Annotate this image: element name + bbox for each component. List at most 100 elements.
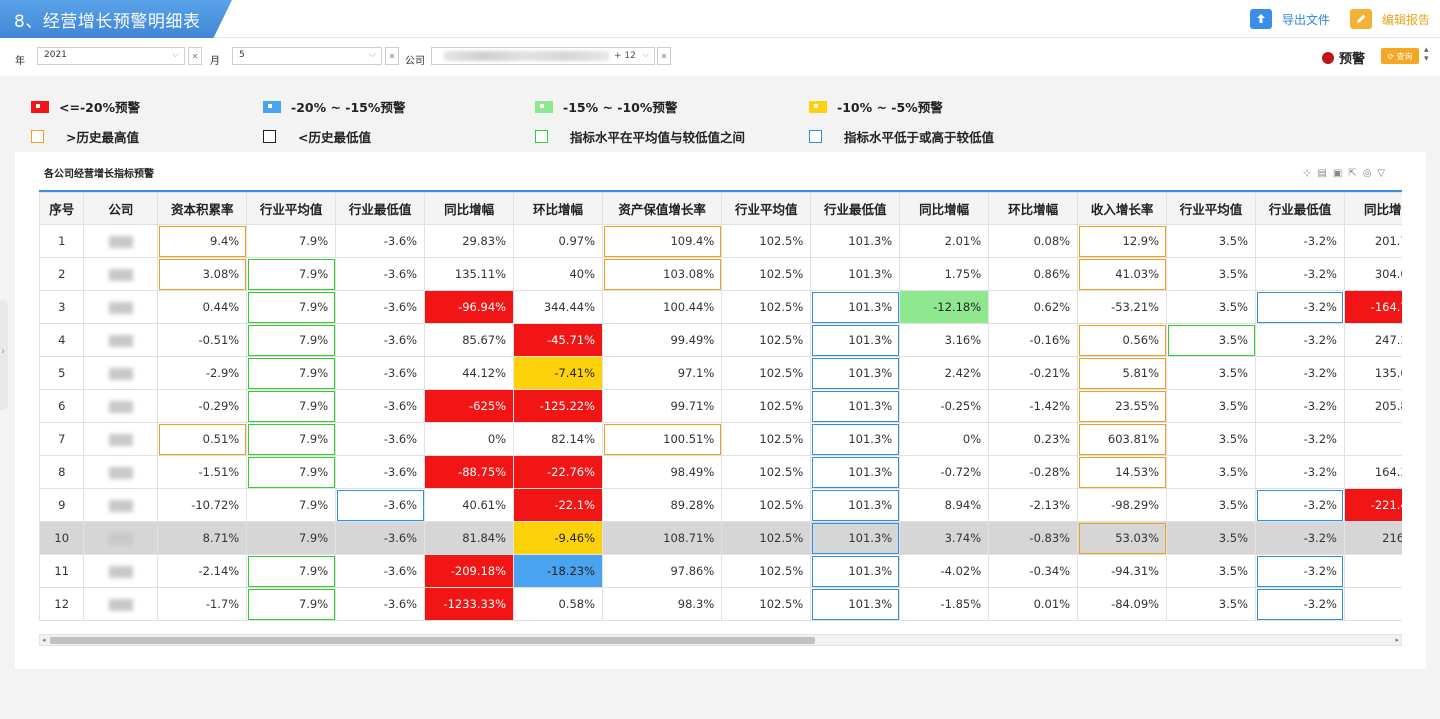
table-cell: 0% bbox=[899, 422, 990, 456]
table-row[interactable]: 6 -0.29% 7.9% -3.6% -625% -125.22% 99.71% 102.5… bbox=[39, 389, 1402, 423]
company-clear-icon[interactable]: ✕ bbox=[657, 47, 671, 65]
export-icon[interactable]: ⇱ bbox=[1348, 168, 1356, 179]
table-cell: 101.3% bbox=[810, 323, 901, 357]
table-icon[interactable]: ▤ bbox=[1317, 168, 1326, 179]
table-cell: -0.16% bbox=[988, 323, 1079, 357]
query-button[interactable]: ⟳ 查询 bbox=[1381, 48, 1419, 64]
table-cell: -0.21% bbox=[988, 356, 1079, 390]
column-header[interactable]: 资本积累率 bbox=[157, 192, 248, 225]
table-cell: -3.2% bbox=[1255, 488, 1345, 522]
table-cell: 101.3% bbox=[810, 356, 901, 390]
column-header[interactable]: 行业平均值 bbox=[1166, 192, 1257, 225]
month-clear-icon[interactable]: ✕ bbox=[385, 47, 399, 65]
table-row[interactable]: 12 -1.7% 7.9% -3.6% -1233.33% 0.58% 98.3% 102.5… bbox=[39, 587, 1402, 621]
table-row[interactable]: 5 -2.9% 7.9% -3.6% 44.12% -7.41% 97.1% 102.5% 10… bbox=[39, 356, 1402, 390]
legend-swatch bbox=[263, 130, 276, 143]
table-row[interactable]: 1 9.4% 7.9% -3.6% 29.83% 0.97% 109.4% 102.5% 101… bbox=[39, 224, 1402, 258]
table-row[interactable]: 11 -2.14% 7.9% -3.6% -209.18% -18.23% 97.86% 10… bbox=[39, 554, 1402, 588]
filter-icon[interactable]: ▽ bbox=[1377, 168, 1385, 179]
table-cell: -3.2% bbox=[1255, 422, 1345, 456]
table-cell: 0.62% bbox=[988, 290, 1079, 324]
table-cell: -0.72% bbox=[899, 455, 990, 489]
table-cell: 98.49% bbox=[602, 455, 723, 489]
row-index: 8 bbox=[39, 455, 85, 489]
table-cell: 0% bbox=[1343, 554, 1402, 588]
query-label: 查询 bbox=[1396, 51, 1413, 61]
table-cell: 7.9% bbox=[246, 554, 337, 588]
scroll-right-icon[interactable]: ▸ bbox=[1395, 636, 1399, 644]
table-cell: -3.6% bbox=[335, 323, 426, 357]
table-row[interactable]: 3 0.44% 7.9% -3.6% -96.94% 344.44% 100.44% 102.… bbox=[39, 290, 1402, 324]
export-button[interactable]: 导出文件 bbox=[1250, 8, 1330, 30]
column-header[interactable]: 序号 bbox=[39, 192, 85, 225]
scrollbar-thumb[interactable] bbox=[50, 637, 815, 644]
table-cell: -625% bbox=[424, 389, 515, 423]
table-cell: -1233.33% bbox=[424, 587, 515, 621]
legend-label: <历史最低值 bbox=[298, 130, 371, 145]
column-header[interactable]: 收入增长率 bbox=[1077, 192, 1168, 225]
table-cell: 102.5% bbox=[721, 389, 812, 423]
column-header[interactable]: 环比增幅 bbox=[513, 192, 604, 225]
column-header[interactable]: 行业最低值 bbox=[335, 192, 426, 225]
table-cell: 304.03% bbox=[1343, 257, 1402, 291]
month-select[interactable]: 5 ⌵ bbox=[232, 47, 382, 65]
column-header[interactable]: 同比增幅 bbox=[899, 192, 990, 225]
edit-report-button[interactable]: 编辑报告 bbox=[1350, 8, 1430, 30]
table-panel: 各公司经营增长指标预警 ⊹ ▤ ▣ ⇱ ◎ ▽ 序号 公司 资本积累率 行业平均值 行业… bbox=[15, 152, 1426, 669]
column-header[interactable]: 行业最低值 bbox=[1255, 192, 1345, 225]
legend-swatch bbox=[535, 130, 548, 143]
panel-toolbar: ⊹ ▤ ▣ ⇱ ◎ ▽ bbox=[1303, 168, 1385, 179]
year-select[interactable]: 2021 ⌵ bbox=[37, 47, 185, 65]
table-cell: 0.44% bbox=[157, 290, 248, 324]
table-cell: -164.73% bbox=[1343, 290, 1402, 324]
table-cell: -3.2% bbox=[1255, 554, 1345, 588]
table-cell: 44.12% bbox=[424, 356, 515, 390]
column-header[interactable]: 同比增幅 bbox=[424, 192, 515, 225]
table-cell: 0.56% bbox=[1077, 323, 1168, 357]
table-cell: -1.85% bbox=[899, 587, 990, 621]
compass-icon[interactable]: ◎ bbox=[1363, 168, 1372, 179]
table-row[interactable]: 8 -1.51% 7.9% -3.6% -88.75% -22.76% 98.49% 102.… bbox=[39, 455, 1402, 489]
company-extra-count: + 12 bbox=[614, 51, 636, 61]
table-cell: 3.08% bbox=[157, 257, 248, 291]
horizontal-scrollbar[interactable]: ◂ ▸ bbox=[39, 634, 1402, 646]
table-cell: 102.5% bbox=[721, 323, 812, 357]
column-header[interactable]: 行业平均值 bbox=[721, 192, 812, 225]
sort-toggle-icon[interactable]: ▴ ▾ bbox=[1424, 46, 1429, 64]
table-cell: 14.53% bbox=[1077, 455, 1168, 489]
column-header[interactable]: 行业平均值 bbox=[246, 192, 337, 225]
table-cell: -3.2% bbox=[1255, 389, 1345, 423]
company-cell bbox=[83, 323, 159, 357]
row-index: 11 bbox=[39, 554, 85, 588]
table-row[interactable]: 4 -0.51% 7.9% -3.6% 85.67% -45.71% 99.49% 102.5… bbox=[39, 323, 1402, 357]
company-cell bbox=[83, 488, 159, 522]
column-header[interactable]: 同比增幅 bbox=[1343, 192, 1402, 225]
row-index: 9 bbox=[39, 488, 85, 522]
table-cell: 101.3% bbox=[810, 521, 901, 555]
chevron-down-icon: ⌵ bbox=[369, 50, 376, 60]
table-cell: 7.9% bbox=[246, 521, 337, 555]
column-header[interactable]: 环比增幅 bbox=[988, 192, 1079, 225]
year-clear-icon[interactable]: ✕ bbox=[188, 47, 202, 65]
table-cell: -0.28% bbox=[988, 455, 1079, 489]
column-header[interactable]: 公司 bbox=[83, 192, 159, 225]
side-panel-handle[interactable] bbox=[0, 300, 8, 410]
table-row[interactable]: 10 8.71% 7.9% -3.6% 81.84% -9.46% 108.71% 102.5… bbox=[39, 521, 1402, 555]
column-header[interactable]: 行业最低值 bbox=[810, 192, 901, 225]
table-cell: 3.5% bbox=[1166, 587, 1257, 621]
table-cell: 247.37% bbox=[1343, 323, 1402, 357]
table-row[interactable]: 9 -10.72% 7.9% -3.6% 40.61% -22.1% 89.28% 102.5… bbox=[39, 488, 1402, 522]
image-icon[interactable]: ▣ bbox=[1333, 168, 1342, 179]
panel-title: 各公司经营增长指标预警 bbox=[44, 169, 154, 180]
growth-warning-table: 序号 公司 资本积累率 行业平均值 行业最低值 同比增幅 环比增幅 资产保值增长率 行业平均值行… bbox=[39, 192, 1402, 621]
scroll-left-icon[interactable]: ◂ bbox=[42, 636, 46, 644]
table-row[interactable]: 2 3.08% 7.9% -3.6% 135.11% 40% 103.08% 102.5% 10… bbox=[39, 257, 1402, 291]
table-cell: -3.6% bbox=[335, 521, 426, 555]
legend-item: 指标水平低于或高于较低值 bbox=[809, 127, 994, 146]
expand-icon[interactable]: ⊹ bbox=[1303, 168, 1311, 179]
column-header[interactable]: 资产保值增长率 bbox=[602, 192, 723, 225]
table-cell: 102.5% bbox=[721, 488, 812, 522]
company-selected-blurred bbox=[444, 51, 609, 61]
table-row[interactable]: 7 0.51% 7.9% -3.6% 0% 82.14% 100.51% 102.5% 101.… bbox=[39, 422, 1402, 456]
table-cell: -3.2% bbox=[1255, 323, 1345, 357]
